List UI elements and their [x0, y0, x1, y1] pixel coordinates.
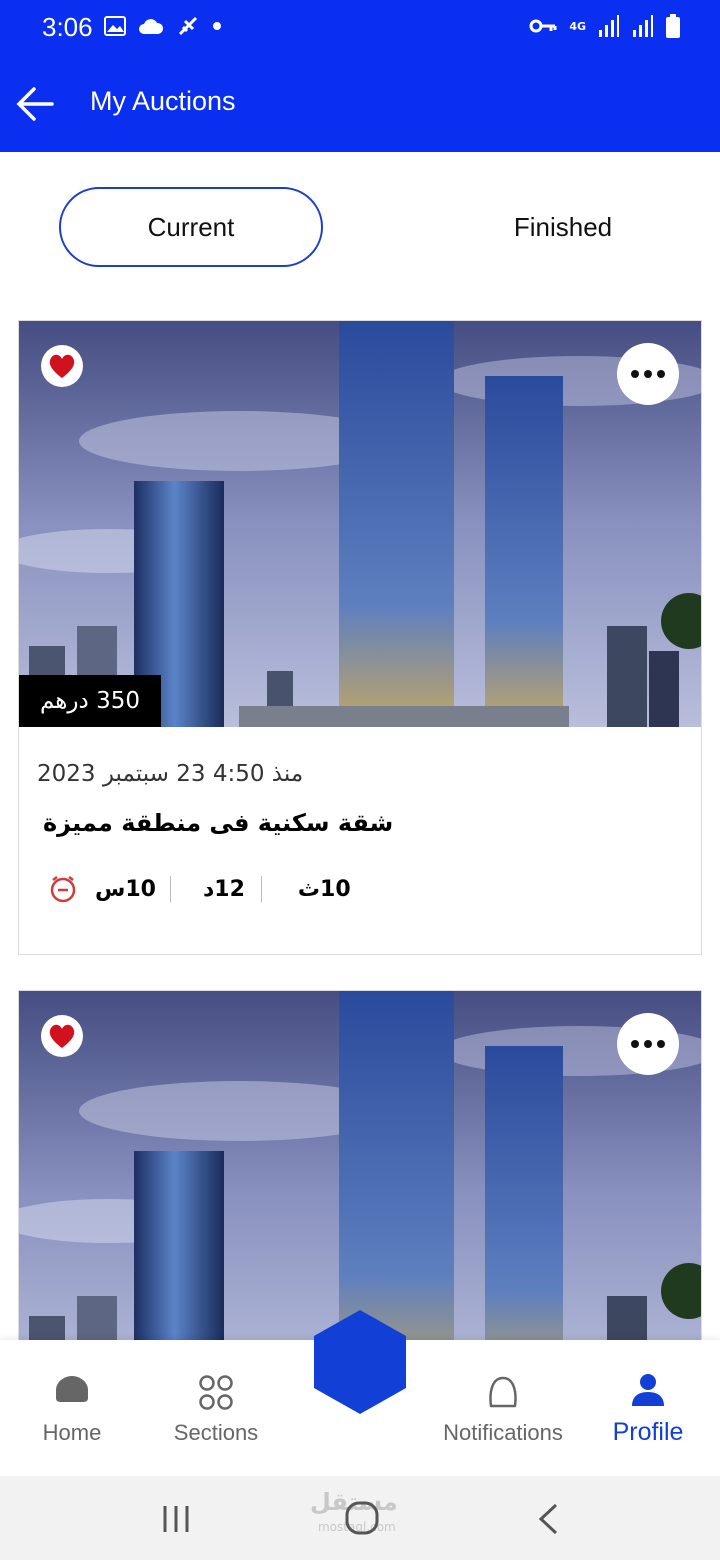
more-dot [657, 1040, 665, 1048]
nav-home[interactable]: Home [2, 1370, 142, 1446]
nav-sections[interactable]: Sections [146, 1370, 286, 1446]
auction-image [19, 321, 701, 727]
timer-icon [50, 876, 76, 903]
status-bar: 3:06 4G [0, 0, 720, 56]
more-dot [657, 370, 665, 378]
auction-card[interactable]: 350 درهم منذ 4:50 23 سبتمبر 2023 شقة سكن… [18, 320, 702, 955]
tab-finished[interactable]: Finished [432, 187, 694, 267]
network-label: 4G [569, 19, 586, 33]
home-circle-icon[interactable] [344, 1500, 380, 1536]
bell-icon [489, 1376, 517, 1408]
key-icon [529, 19, 557, 33]
satellite-icon [178, 16, 198, 36]
favorite-button[interactable] [41, 345, 83, 387]
page-title: My Auctions [90, 86, 236, 116]
countdown-divider [260, 876, 262, 902]
recent-apps-icon[interactable] [160, 1504, 192, 1534]
signal-icon [633, 15, 653, 37]
auction-card[interactable] [18, 990, 702, 1350]
back-nav-icon[interactable] [536, 1502, 560, 1536]
auction-title: شقة سكنية فى منطقة مميزة [43, 809, 394, 837]
person-icon [632, 1374, 664, 1406]
heart-icon [49, 1024, 75, 1048]
countdown-hours: 10س [95, 876, 156, 902]
more-options-button[interactable] [617, 1013, 679, 1075]
nav-label: Sections [173, 1420, 259, 1445]
cloud-icon [139, 19, 164, 34]
grid-icon [199, 1375, 233, 1410]
countdown: 10س 12د 10ث [49, 871, 351, 907]
more-dot [631, 1040, 639, 1048]
center-action-button[interactable] [312, 1308, 408, 1416]
nav-label: Profile [612, 1418, 684, 1446]
nav-label: Notifications [443, 1420, 563, 1445]
back-button[interactable] [14, 84, 56, 124]
auction-date: منذ 4:50 23 سبتمبر 2023 [37, 761, 304, 787]
signal-icon [599, 15, 619, 37]
more-dot [644, 370, 652, 378]
heart-icon [49, 354, 75, 378]
nav-notifications[interactable]: Notifications [433, 1370, 573, 1446]
nav-profile[interactable]: Profile [578, 1370, 718, 1447]
nav-label: Home [42, 1420, 102, 1445]
system-nav-bar: مستقل mostaql.com [0, 1476, 720, 1560]
countdown-divider [169, 876, 171, 902]
dot-icon [213, 22, 221, 30]
battery-icon [666, 14, 680, 38]
favorite-button[interactable] [41, 1015, 83, 1057]
auction-image [19, 991, 701, 1350]
home-icon [56, 1376, 88, 1402]
price-tag: 350 درهم [19, 675, 161, 727]
countdown-seconds: 10ث [297, 876, 351, 902]
more-dot [644, 1040, 652, 1048]
image-icon [104, 16, 126, 36]
more-options-button[interactable] [617, 343, 679, 405]
tab-bar: Current Finished [0, 152, 720, 302]
arrow-left-icon [16, 87, 54, 121]
more-dot [631, 370, 639, 378]
status-time: 3:06 [42, 12, 93, 42]
app-bar: My Auctions [0, 56, 720, 152]
countdown-minutes: 12د [202, 876, 245, 902]
tab-current[interactable]: Current [59, 187, 323, 267]
